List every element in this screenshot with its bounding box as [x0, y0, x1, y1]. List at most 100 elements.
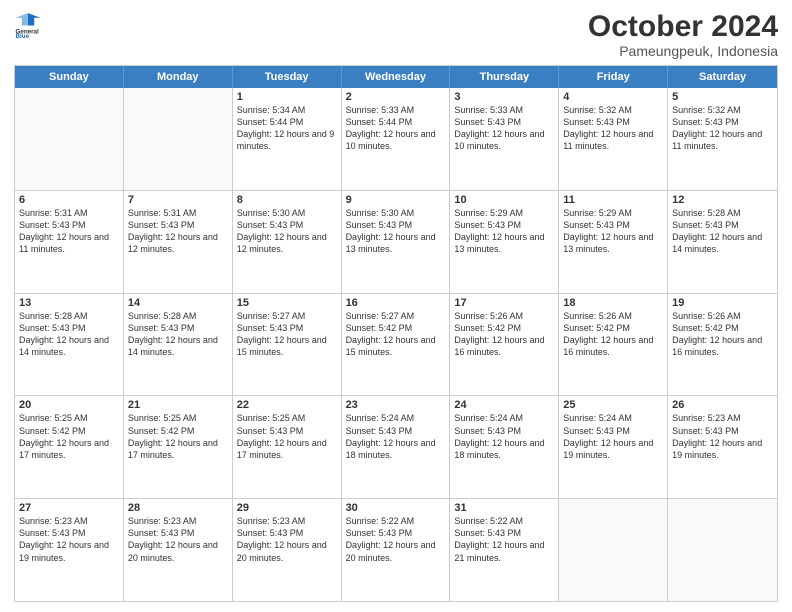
calendar-row-4: 20 Sunrise: 5:25 AM Sunset: 5:42 PM Dayli…: [15, 396, 777, 499]
day-info: Sunrise: 5:34 AM Sunset: 5:44 PM Dayligh…: [237, 104, 337, 153]
day-cell-23: 23Sunrise: 5:24 AM Sunset: 5:43 PM Dayli…: [342, 396, 451, 498]
day-cell-25: 25Sunrise: 5:24 AM Sunset: 5:43 PM Dayli…: [559, 396, 668, 498]
day-number: 5: [672, 91, 773, 103]
day-info: Sunrise: 5:24 AM Sunset: 5:43 PM Dayligh…: [346, 412, 446, 461]
day-cell-9: 9Sunrise: 5:30 AM Sunset: 5:43 PM Daylig…: [342, 191, 451, 293]
day-info: Sunrise: 5:27 AM Sunset: 5:42 PM Dayligh…: [346, 310, 446, 359]
day-info: Sunrise: 5:22 AM Sunset: 5:43 PM Dayligh…: [454, 515, 554, 564]
day-cell-19: 19Sunrise: 5:26 AM Sunset: 5:42 PM Dayli…: [668, 294, 777, 396]
day-cell-20: 20Sunrise: 5:25 AM Sunset: 5:42 PM Dayli…: [15, 396, 124, 498]
day-number: 3: [454, 91, 554, 103]
day-info: Sunrise: 5:30 AM Sunset: 5:43 PM Dayligh…: [237, 207, 337, 256]
day-info: Sunrise: 5:32 AM Sunset: 5:43 PM Dayligh…: [672, 104, 773, 153]
day-cell-12: 12Sunrise: 5:28 AM Sunset: 5:43 PM Dayli…: [668, 191, 777, 293]
day-number: 30: [346, 502, 446, 514]
day-number: 8: [237, 194, 337, 206]
calendar-body: 1Sunrise: 5:34 AM Sunset: 5:44 PM Daylig…: [15, 88, 777, 601]
day-number: 26: [672, 399, 773, 411]
day-number: 10: [454, 194, 554, 206]
header-day-saturday: Saturday: [668, 66, 777, 88]
day-number: 14: [128, 297, 228, 309]
day-number: 13: [19, 297, 119, 309]
day-cell-18: 18Sunrise: 5:26 AM Sunset: 5:42 PM Dayli…: [559, 294, 668, 396]
empty-cell: [124, 88, 233, 190]
day-info: Sunrise: 5:28 AM Sunset: 5:43 PM Dayligh…: [19, 310, 119, 359]
calendar-row-1: 1Sunrise: 5:34 AM Sunset: 5:44 PM Daylig…: [15, 88, 777, 191]
day-cell-1: 1Sunrise: 5:34 AM Sunset: 5:44 PM Daylig…: [233, 88, 342, 190]
day-cell-2: 2Sunrise: 5:33 AM Sunset: 5:44 PM Daylig…: [342, 88, 451, 190]
day-number: 17: [454, 297, 554, 309]
day-cell-7: 7Sunrise: 5:31 AM Sunset: 5:43 PM Daylig…: [124, 191, 233, 293]
day-info: Sunrise: 5:22 AM Sunset: 5:43 PM Dayligh…: [346, 515, 446, 564]
day-number: 28: [128, 502, 228, 514]
day-info: Sunrise: 5:23 AM Sunset: 5:43 PM Dayligh…: [672, 412, 773, 461]
page: General Blue October 2024 Pameungpeuk, I…: [0, 0, 792, 612]
day-number: 27: [19, 502, 119, 514]
day-info: Sunrise: 5:24 AM Sunset: 5:43 PM Dayligh…: [563, 412, 663, 461]
day-number: 12: [672, 194, 773, 206]
day-cell-10: 10Sunrise: 5:29 AM Sunset: 5:43 PM Dayli…: [450, 191, 559, 293]
day-cell-15: 15Sunrise: 5:27 AM Sunset: 5:43 PM Dayli…: [233, 294, 342, 396]
calendar-row-5: 27Sunrise: 5:23 AM Sunset: 5:43 PM Dayli…: [15, 499, 777, 601]
day-info: Sunrise: 5:27 AM Sunset: 5:43 PM Dayligh…: [237, 310, 337, 359]
calendar-row-3: 13Sunrise: 5:28 AM Sunset: 5:43 PM Dayli…: [15, 294, 777, 397]
day-info: Sunrise: 5:31 AM Sunset: 5:43 PM Dayligh…: [19, 207, 119, 256]
day-cell-8: 8Sunrise: 5:30 AM Sunset: 5:43 PM Daylig…: [233, 191, 342, 293]
day-cell-26: 26Sunrise: 5:23 AM Sunset: 5:43 PM Dayli…: [668, 396, 777, 498]
header-day-sunday: Sunday: [15, 66, 124, 88]
empty-cell: [668, 499, 777, 601]
header-day-monday: Monday: [124, 66, 233, 88]
day-info: Sunrise: 5:24 AM Sunset: 5:43 PM Dayligh…: [454, 412, 554, 461]
day-cell-17: 17Sunrise: 5:26 AM Sunset: 5:42 PM Dayli…: [450, 294, 559, 396]
day-info: Sunrise: 5:33 AM Sunset: 5:44 PM Dayligh…: [346, 104, 446, 153]
day-number: 25: [563, 399, 663, 411]
day-cell-24: 24Sunrise: 5:24 AM Sunset: 5:43 PM Dayli…: [450, 396, 559, 498]
day-number: 9: [346, 194, 446, 206]
day-info: Sunrise: 5:28 AM Sunset: 5:43 PM Dayligh…: [128, 310, 228, 359]
day-cell-6: 6Sunrise: 5:31 AM Sunset: 5:43 PM Daylig…: [15, 191, 124, 293]
day-number: 21: [128, 399, 228, 411]
day-info: Sunrise: 5:23 AM Sunset: 5:43 PM Dayligh…: [128, 515, 228, 564]
calendar-title: October 2024: [588, 10, 778, 43]
day-info: Sunrise: 5:29 AM Sunset: 5:43 PM Dayligh…: [563, 207, 663, 256]
day-info: Sunrise: 5:26 AM Sunset: 5:42 PM Dayligh…: [454, 310, 554, 359]
day-number: 15: [237, 297, 337, 309]
day-info: Sunrise: 5:30 AM Sunset: 5:43 PM Dayligh…: [346, 207, 446, 256]
day-info: Sunrise: 5:29 AM Sunset: 5:43 PM Dayligh…: [454, 207, 554, 256]
day-cell-5: 5Sunrise: 5:32 AM Sunset: 5:43 PM Daylig…: [668, 88, 777, 190]
day-number: 20: [19, 399, 119, 411]
day-cell-16: 16Sunrise: 5:27 AM Sunset: 5:42 PM Dayli…: [342, 294, 451, 396]
calendar-row-2: 6Sunrise: 5:31 AM Sunset: 5:43 PM Daylig…: [15, 191, 777, 294]
day-info: Sunrise: 5:25 AM Sunset: 5:43 PM Dayligh…: [237, 412, 337, 461]
day-cell-21: 21Sunrise: 5:25 AM Sunset: 5:42 PM Dayli…: [124, 396, 233, 498]
day-number: 16: [346, 297, 446, 309]
header-day-thursday: Thursday: [450, 66, 559, 88]
calendar: SundayMondayTuesdayWednesdayThursdayFrid…: [14, 65, 778, 602]
header-day-tuesday: Tuesday: [233, 66, 342, 88]
calendar-subtitle: Pameungpeuk, Indonesia: [588, 43, 778, 59]
empty-cell: [15, 88, 124, 190]
calendar-header: SundayMondayTuesdayWednesdayThursdayFrid…: [15, 66, 777, 88]
day-number: 31: [454, 502, 554, 514]
day-info: Sunrise: 5:31 AM Sunset: 5:43 PM Dayligh…: [128, 207, 228, 256]
day-cell-14: 14Sunrise: 5:28 AM Sunset: 5:43 PM Dayli…: [124, 294, 233, 396]
day-info: Sunrise: 5:23 AM Sunset: 5:43 PM Dayligh…: [19, 515, 119, 564]
day-number: 4: [563, 91, 663, 103]
day-cell-31: 31Sunrise: 5:22 AM Sunset: 5:43 PM Dayli…: [450, 499, 559, 601]
day-number: 29: [237, 502, 337, 514]
logo-icon: General Blue: [14, 10, 42, 38]
day-number: 22: [237, 399, 337, 411]
day-cell-30: 30Sunrise: 5:22 AM Sunset: 5:43 PM Dayli…: [342, 499, 451, 601]
header: General Blue October 2024 Pameungpeuk, I…: [14, 10, 778, 59]
day-number: 18: [563, 297, 663, 309]
title-block: October 2024 Pameungpeuk, Indonesia: [588, 10, 778, 59]
logo: General Blue: [14, 10, 42, 38]
day-info: Sunrise: 5:26 AM Sunset: 5:42 PM Dayligh…: [563, 310, 663, 359]
day-info: Sunrise: 5:23 AM Sunset: 5:43 PM Dayligh…: [237, 515, 337, 564]
day-info: Sunrise: 5:33 AM Sunset: 5:43 PM Dayligh…: [454, 104, 554, 153]
day-cell-22: 22Sunrise: 5:25 AM Sunset: 5:43 PM Dayli…: [233, 396, 342, 498]
day-cell-13: 13Sunrise: 5:28 AM Sunset: 5:43 PM Dayli…: [15, 294, 124, 396]
day-number: 11: [563, 194, 663, 206]
day-number: 1: [237, 91, 337, 103]
day-info: Sunrise: 5:25 AM Sunset: 5:42 PM Dayligh…: [128, 412, 228, 461]
